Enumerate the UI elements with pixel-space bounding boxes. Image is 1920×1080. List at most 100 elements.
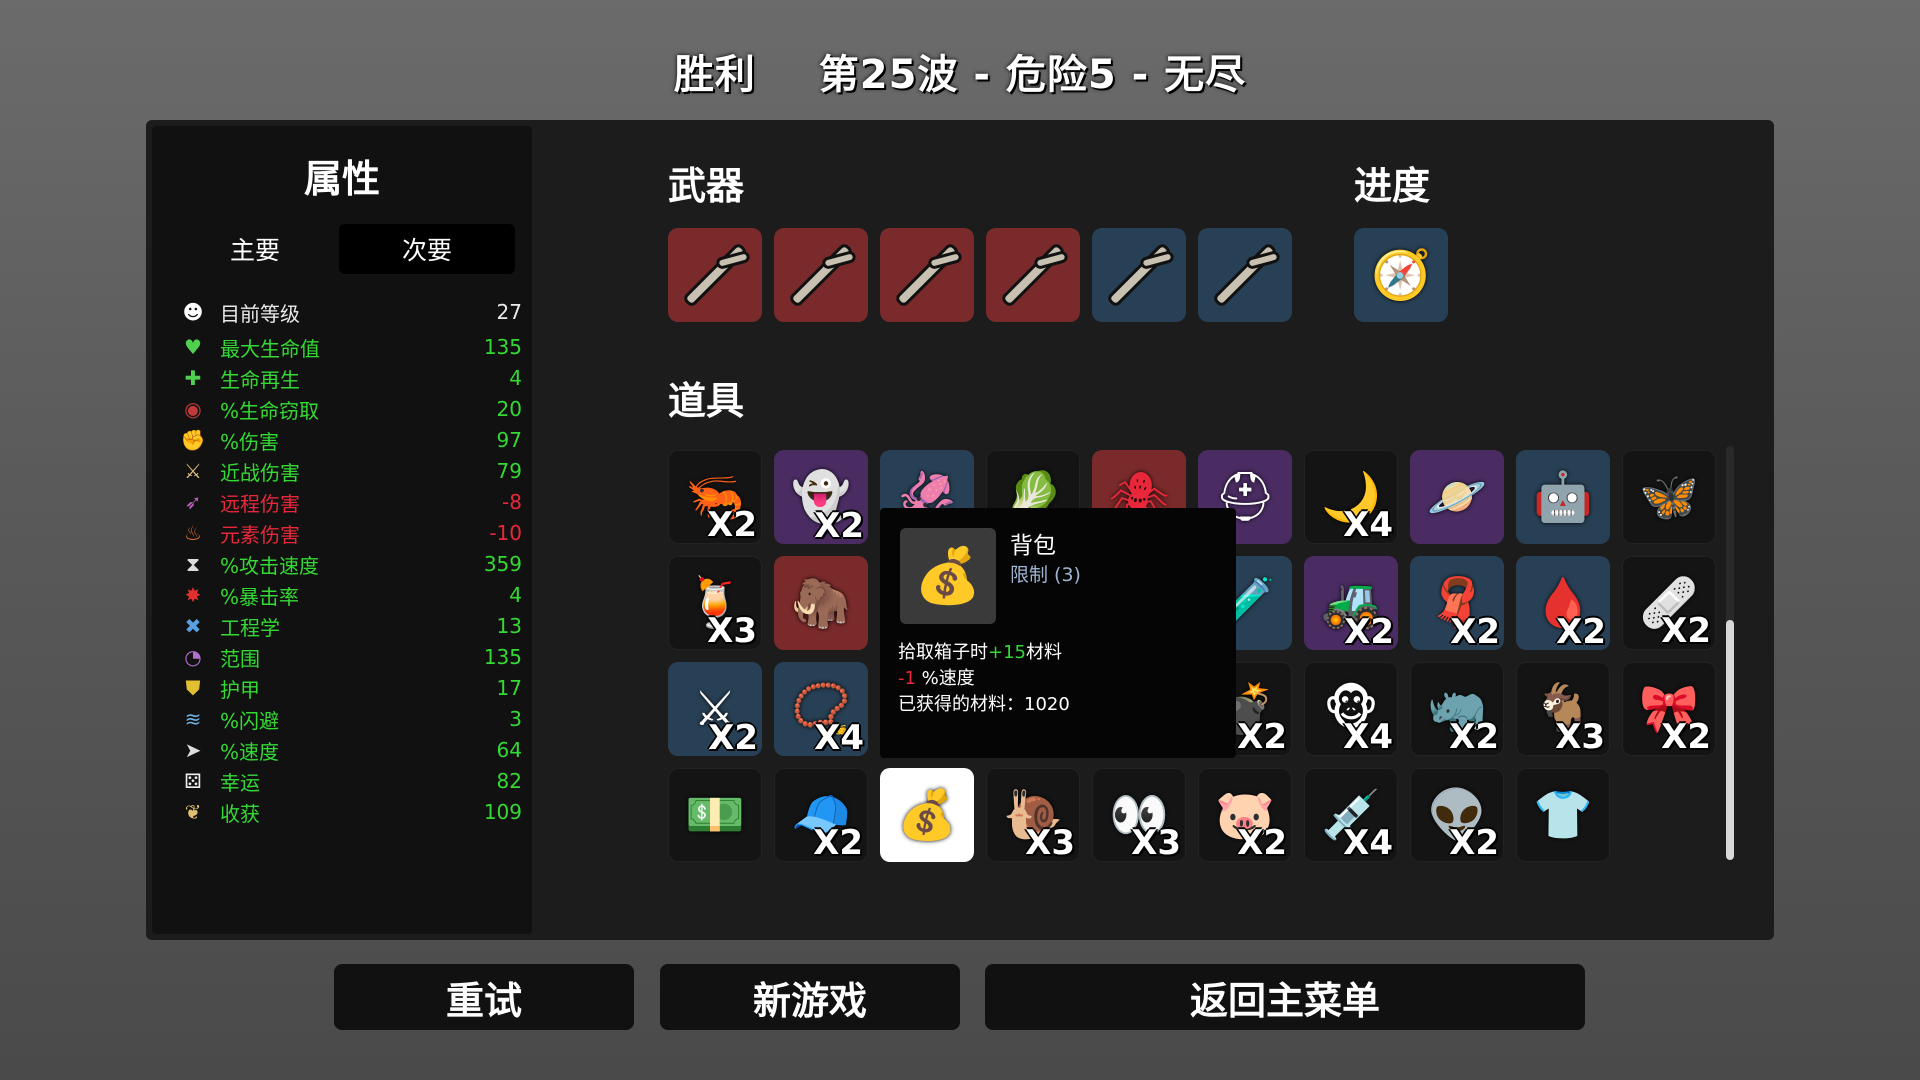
- stat-row: ❦ 收获 109: [178, 798, 522, 826]
- tab-primary[interactable]: 主要: [167, 224, 343, 274]
- item-count: X3: [1025, 823, 1075, 862]
- armor-icon: ⛊: [185, 676, 201, 700]
- item-count: X2: [1344, 612, 1394, 650]
- item-slot[interactable]: 🦐 X2: [668, 450, 762, 544]
- tooltip-line-2: -1 %速度: [898, 664, 975, 690]
- regen-icon: ✚: [184, 366, 202, 390]
- item-slot[interactable]: 🎀 X2: [1622, 662, 1716, 756]
- tooltip-line-2-text: %速度: [915, 668, 975, 689]
- attack-speed-icon: ⧗: [185, 552, 201, 576]
- item-slot[interactable]: 🪐: [1410, 450, 1504, 544]
- stat-row-level: ☻ 目前等级 27: [178, 298, 522, 326]
- bag-icon: 💰: [900, 528, 996, 624]
- item-slot[interactable]: 📿 X4: [774, 662, 868, 756]
- weapon-slot[interactable]: [668, 228, 762, 322]
- stat-value: 359: [483, 552, 522, 576]
- item-slot[interactable]: 🌙 X4: [1304, 450, 1398, 544]
- item-count: X2: [1450, 612, 1500, 650]
- weapon-slot[interactable]: [1092, 228, 1186, 322]
- item-slot[interactable]: 💰: [880, 768, 974, 862]
- stick-branch-icon: [1245, 249, 1281, 271]
- stat-label: 幸运: [220, 770, 260, 795]
- item-count: X2: [814, 506, 864, 544]
- stat-row: ✊ %伤害 97: [178, 426, 522, 454]
- item-count: X2: [708, 718, 758, 756]
- item-slot[interactable]: 🦣: [774, 556, 868, 650]
- stat-label: 护甲: [220, 677, 260, 702]
- item-slot[interactable]: 💉 X4: [1304, 768, 1398, 862]
- butterfly-icon: 🦋: [1639, 469, 1699, 525]
- stat-value: -10: [489, 521, 522, 545]
- item-slot[interactable]: 👕: [1516, 768, 1610, 862]
- item-slot[interactable]: 🐵 X4: [1304, 662, 1398, 756]
- range-icon: ◔: [184, 645, 202, 669]
- item-slot[interactable]: 🧢 X2: [774, 768, 868, 862]
- items-title: 道具: [668, 379, 745, 423]
- results-panel: 属性 主要 次要 ☻ 目前等级 27 ♥ 最大生命值 135 ✚ 生命再生 4 ◉ %生命窃取…: [146, 120, 1774, 940]
- item-slot[interactable]: 🐐 X3: [1516, 662, 1610, 756]
- item-count: X2: [1556, 612, 1606, 650]
- weapon-slot[interactable]: [1198, 228, 1292, 322]
- stat-row: ⚄ 幸运 82: [178, 767, 522, 795]
- retry-button[interactable]: 重试: [334, 964, 634, 1030]
- engineering-icon: ✖: [184, 614, 202, 638]
- weapon-slot[interactable]: [774, 228, 868, 322]
- level-icon: ☻: [182, 300, 204, 324]
- item-slot[interactable]: 👻 X2: [774, 450, 868, 544]
- progress-slot[interactable]: 🧭: [1354, 228, 1448, 322]
- stat-row: ➶ 远程伤害 -8: [178, 488, 522, 516]
- stat-value: 27: [496, 300, 522, 324]
- items-scrollbar-thumb[interactable]: [1726, 620, 1734, 860]
- tooltip-line-1-unit: 材料: [1026, 642, 1062, 663]
- weapon-slot[interactable]: [986, 228, 1080, 322]
- crit-icon: ✸: [184, 583, 202, 607]
- stat-label: 收获: [220, 801, 260, 826]
- item-count: X4: [814, 718, 864, 756]
- item-slot[interactable]: 👀 X3: [1092, 768, 1186, 862]
- stat-value: 4: [509, 366, 522, 390]
- stat-row: ≋ %闪避 3: [178, 705, 522, 733]
- harvest-icon: ❦: [184, 800, 202, 824]
- item-count: X2: [1237, 823, 1287, 862]
- item-count: X2: [1237, 717, 1287, 756]
- stat-value: 109: [483, 800, 522, 824]
- stat-label: %生命窃取: [220, 398, 320, 423]
- item-slot[interactable]: 🍹 X3: [668, 556, 762, 650]
- item-slot[interactable]: 🐷 X2: [1198, 768, 1292, 862]
- item-slot[interactable]: 🐌 X3: [986, 768, 1080, 862]
- item-slot[interactable]: 🦋: [1622, 450, 1716, 544]
- item-slot[interactable]: 🩹 X2: [1622, 556, 1716, 650]
- main-menu-button[interactable]: 返回主菜单: [985, 964, 1585, 1030]
- item-slot[interactable]: ⚔ X2: [668, 662, 762, 756]
- item-count: X2: [1661, 717, 1711, 756]
- new-game-button[interactable]: 新游戏: [660, 964, 960, 1030]
- item-slot[interactable]: 🤖: [1516, 450, 1610, 544]
- stat-row: ⛊ 护甲 17: [178, 674, 523, 702]
- stat-label: 目前等级: [220, 301, 300, 326]
- item-count: X4: [1343, 823, 1393, 862]
- luck-icon: ⚄: [184, 769, 202, 793]
- result-title: 胜利 第25波 - 危险5 - 无尽: [0, 42, 1920, 100]
- weapons-title: 武器: [668, 164, 745, 208]
- compass-icon: 🧭: [1371, 247, 1431, 303]
- item-slot[interactable]: 🦏 X2: [1410, 662, 1504, 756]
- item-slot[interactable]: 👽 X2: [1410, 768, 1504, 862]
- tooltip-name: 背包: [1010, 533, 1056, 559]
- ranged-icon: ➶: [184, 490, 202, 514]
- item-slot[interactable]: 🚜 X2: [1304, 556, 1398, 650]
- stat-value: 97: [496, 428, 522, 452]
- tooltip-line-1-value: +15: [988, 642, 1026, 663]
- item-slot[interactable]: 💵: [668, 768, 762, 862]
- stat-value: 13: [496, 614, 522, 638]
- heart-icon: ♥: [184, 335, 202, 359]
- stick-branch-icon: [1033, 249, 1069, 271]
- item-slot[interactable]: 🩸 X2: [1516, 556, 1610, 650]
- stat-value: 20: [496, 397, 522, 421]
- stick-branch-icon: [821, 249, 857, 271]
- tab-secondary[interactable]: 次要: [339, 224, 515, 274]
- item-count: X3: [1555, 717, 1605, 756]
- stats-panel: 属性 主要 次要 ☻ 目前等级 27 ♥ 最大生命值 135 ✚ 生命再生 4 ◉ %生命窃取…: [152, 126, 532, 934]
- item-slot[interactable]: 🧣 X2: [1410, 556, 1504, 650]
- weapon-slot[interactable]: [880, 228, 974, 322]
- item-count: X2: [1449, 717, 1499, 756]
